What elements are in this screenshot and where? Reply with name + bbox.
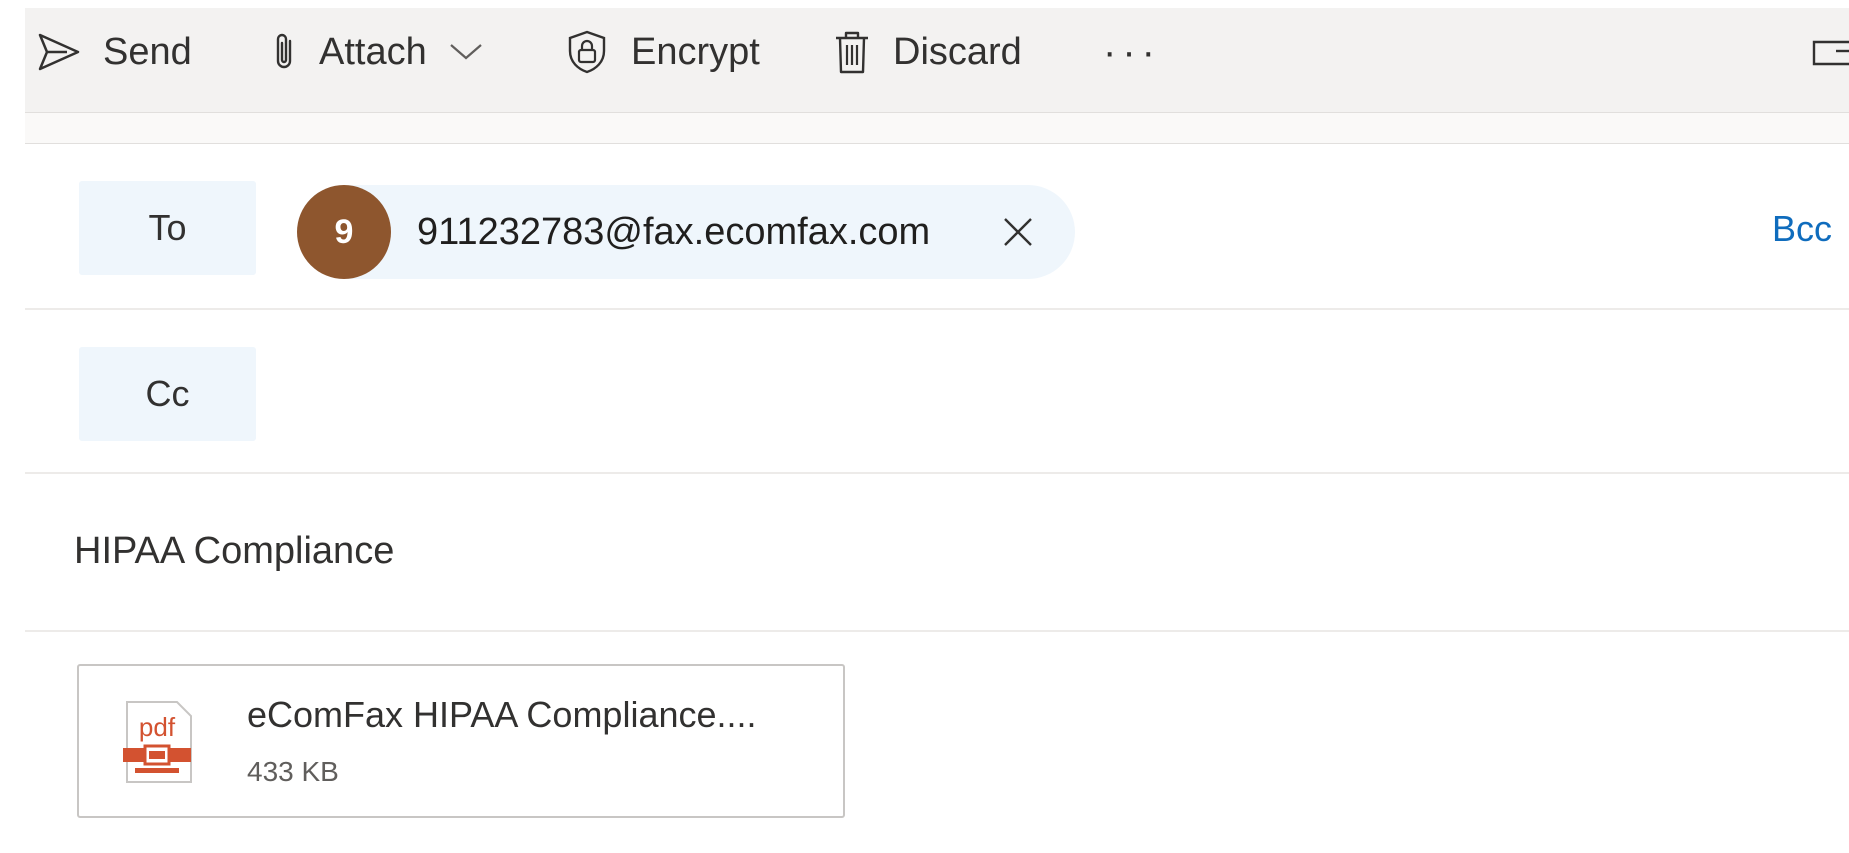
cc-label: Cc	[145, 373, 190, 414]
recipient-email: 911232783@fax.ecomfax.com	[417, 210, 931, 253]
avatar: 9	[297, 185, 391, 279]
to-row: To 9 911232783@fax.ecomfax.com Bcc	[25, 144, 1849, 310]
discard-label: Discard	[893, 30, 1022, 73]
attach-label: Attach	[319, 30, 427, 73]
discard-button[interactable]: Discard	[833, 8, 1022, 96]
compose-window: Send Attach Encrypt Discard ··· To 9 911…	[25, 8, 1849, 853]
attachment-card[interactable]: pdf eComFax HIPAA Compliance.... 433 KB	[77, 664, 845, 818]
pop-out-button[interactable]	[1812, 8, 1849, 96]
send-label: Send	[103, 30, 192, 73]
attachment-size: 433 KB	[247, 756, 339, 787]
send-button[interactable]: Send	[37, 8, 192, 96]
send-icon	[37, 32, 81, 72]
remove-recipient-close-icon[interactable]	[1001, 215, 1035, 249]
cc-button[interactable]: Cc	[79, 347, 256, 441]
more-options-label: ···	[1103, 29, 1161, 74]
attach-button[interactable]: Attach	[271, 8, 483, 96]
shield-lock-icon	[565, 29, 609, 75]
attachment-name: eComFax HIPAA Compliance....	[247, 694, 757, 735]
subject-row: HIPAA Compliance	[25, 474, 1849, 632]
bcc-button[interactable]: Bcc	[1772, 208, 1832, 250]
pdf-file-icon: pdf	[121, 700, 193, 784]
chevron-down-icon[interactable]	[449, 42, 483, 62]
paperclip-icon	[271, 31, 297, 73]
subject-field[interactable]: HIPAA Compliance	[74, 530, 394, 573]
pop-out-icon	[1812, 37, 1849, 67]
trash-icon	[833, 29, 871, 75]
compose-toolbar: Send Attach Encrypt Discard ···	[25, 8, 1849, 113]
encrypt-button[interactable]: Encrypt	[565, 8, 760, 96]
toolbar-separator	[25, 113, 1849, 144]
to-label: To	[148, 207, 187, 248]
encrypt-label: Encrypt	[631, 30, 760, 73]
pdf-icon-text: pdf	[139, 712, 176, 742]
recipient-chip[interactable]: 9 911232783@fax.ecomfax.com	[297, 185, 1075, 279]
to-button[interactable]: To	[79, 181, 256, 275]
cc-row: Cc	[25, 310, 1849, 474]
more-options-button[interactable]: ···	[1103, 8, 1161, 96]
avatar-initial: 9	[334, 212, 354, 251]
